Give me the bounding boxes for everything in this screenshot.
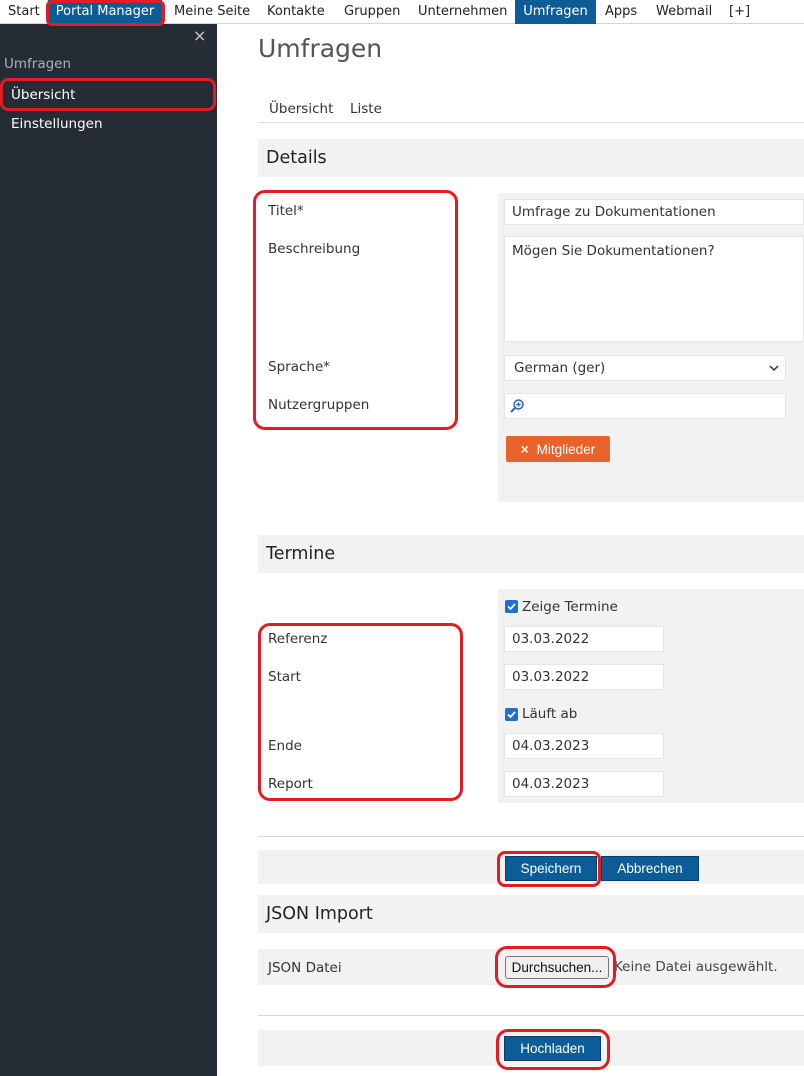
zoom-icon [509, 398, 525, 418]
tab-liste[interactable]: Liste [350, 101, 382, 117]
title-input[interactable]: Umfrage zu Dokumentationen [504, 199, 804, 225]
language-label: Sprache* [268, 359, 330, 375]
end-date-input[interactable]: 04.03.2023 [504, 733, 664, 759]
annotation-highlight [253, 190, 458, 430]
details-section-title: Details [266, 148, 327, 168]
nav-gruppen[interactable]: Gruppen [344, 0, 400, 24]
reference-date-input[interactable]: 03.03.2022 [504, 626, 664, 652]
termine-section-title: Termine [266, 544, 336, 564]
language-select-value: German (ger) [514, 360, 606, 376]
members-button-label: Mitglieder [536, 441, 596, 457]
end-label: Ende [268, 738, 302, 754]
title-label: Titel* [268, 203, 304, 219]
reference-label: Referenz [268, 631, 328, 647]
usergroups-label: Nutzergruppen [268, 397, 370, 413]
cancel-button[interactable]: Abbrechen [601, 856, 699, 881]
close-icon: × [520, 441, 529, 457]
browse-button[interactable]: Durchsuchen... [505, 956, 609, 979]
tab-divider [258, 122, 804, 123]
description-label: Beschreibung [268, 241, 361, 257]
annotation-highlight [258, 623, 463, 801]
nav-unternehmen[interactable]: Unternehmen [418, 0, 507, 24]
chevron-down-icon [769, 356, 779, 380]
nav-start[interactable]: Start [8, 0, 40, 24]
sidebar: × Umfragen Übersicht Einstellungen [0, 24, 217, 1076]
sidebar-item-einstellungen[interactable]: Einstellungen [11, 116, 103, 132]
tab-uebersicht[interactable]: Übersicht [269, 101, 333, 117]
nav-portal-manager[interactable]: Portal Manager [48, 0, 162, 24]
show-dates-checkbox[interactable] [505, 600, 518, 613]
language-select[interactable]: German (ger) [504, 355, 786, 381]
expires-checkbox[interactable] [505, 708, 518, 721]
show-dates-label: Zeige Termine [522, 599, 618, 615]
close-icon[interactable]: × [193, 28, 206, 44]
report-date-input[interactable]: 04.03.2023 [504, 771, 664, 797]
start-label: Start [268, 669, 301, 685]
nav-meine-seite[interactable]: Meine Seite [174, 0, 250, 24]
nav-webmail[interactable]: Webmail [656, 0, 712, 24]
usergroups-input[interactable] [504, 393, 786, 419]
termine-section-header: Termine [258, 535, 804, 573]
details-section-header: Details [258, 139, 804, 177]
start-date-input[interactable]: 03.03.2022 [504, 664, 664, 690]
json-file-label: JSON Datei [268, 960, 342, 976]
sidebar-heading: Umfragen [4, 56, 72, 72]
members-button[interactable]: × Mitglieder [506, 436, 610, 462]
description-textarea[interactable]: Mögen Sie Dokumentationen? [504, 236, 804, 342]
section-divider [258, 836, 804, 837]
save-button[interactable]: Speichern [505, 856, 597, 881]
nav-kontakte[interactable]: Kontakte [267, 0, 325, 24]
expires-label: Läuft ab [522, 706, 578, 722]
json-import-section-header: JSON Import [258, 895, 804, 933]
json-import-section-title: JSON Import [266, 904, 373, 924]
page-title: Umfragen [258, 34, 383, 63]
top-navigation: Start Portal Manager Meine Seite Kontakt… [0, 0, 804, 24]
nav-add-more[interactable]: [+] [729, 0, 750, 24]
section-divider [258, 1015, 804, 1016]
file-status-text: Keine Datei ausgewählt. [614, 959, 778, 975]
upload-button[interactable]: Hochladen [504, 1036, 601, 1061]
nav-umfragen[interactable]: Umfragen [515, 0, 596, 24]
sidebar-item-uebersicht[interactable]: Übersicht [11, 87, 75, 103]
nav-apps[interactable]: Apps [605, 0, 637, 24]
report-label: Report [268, 776, 313, 792]
